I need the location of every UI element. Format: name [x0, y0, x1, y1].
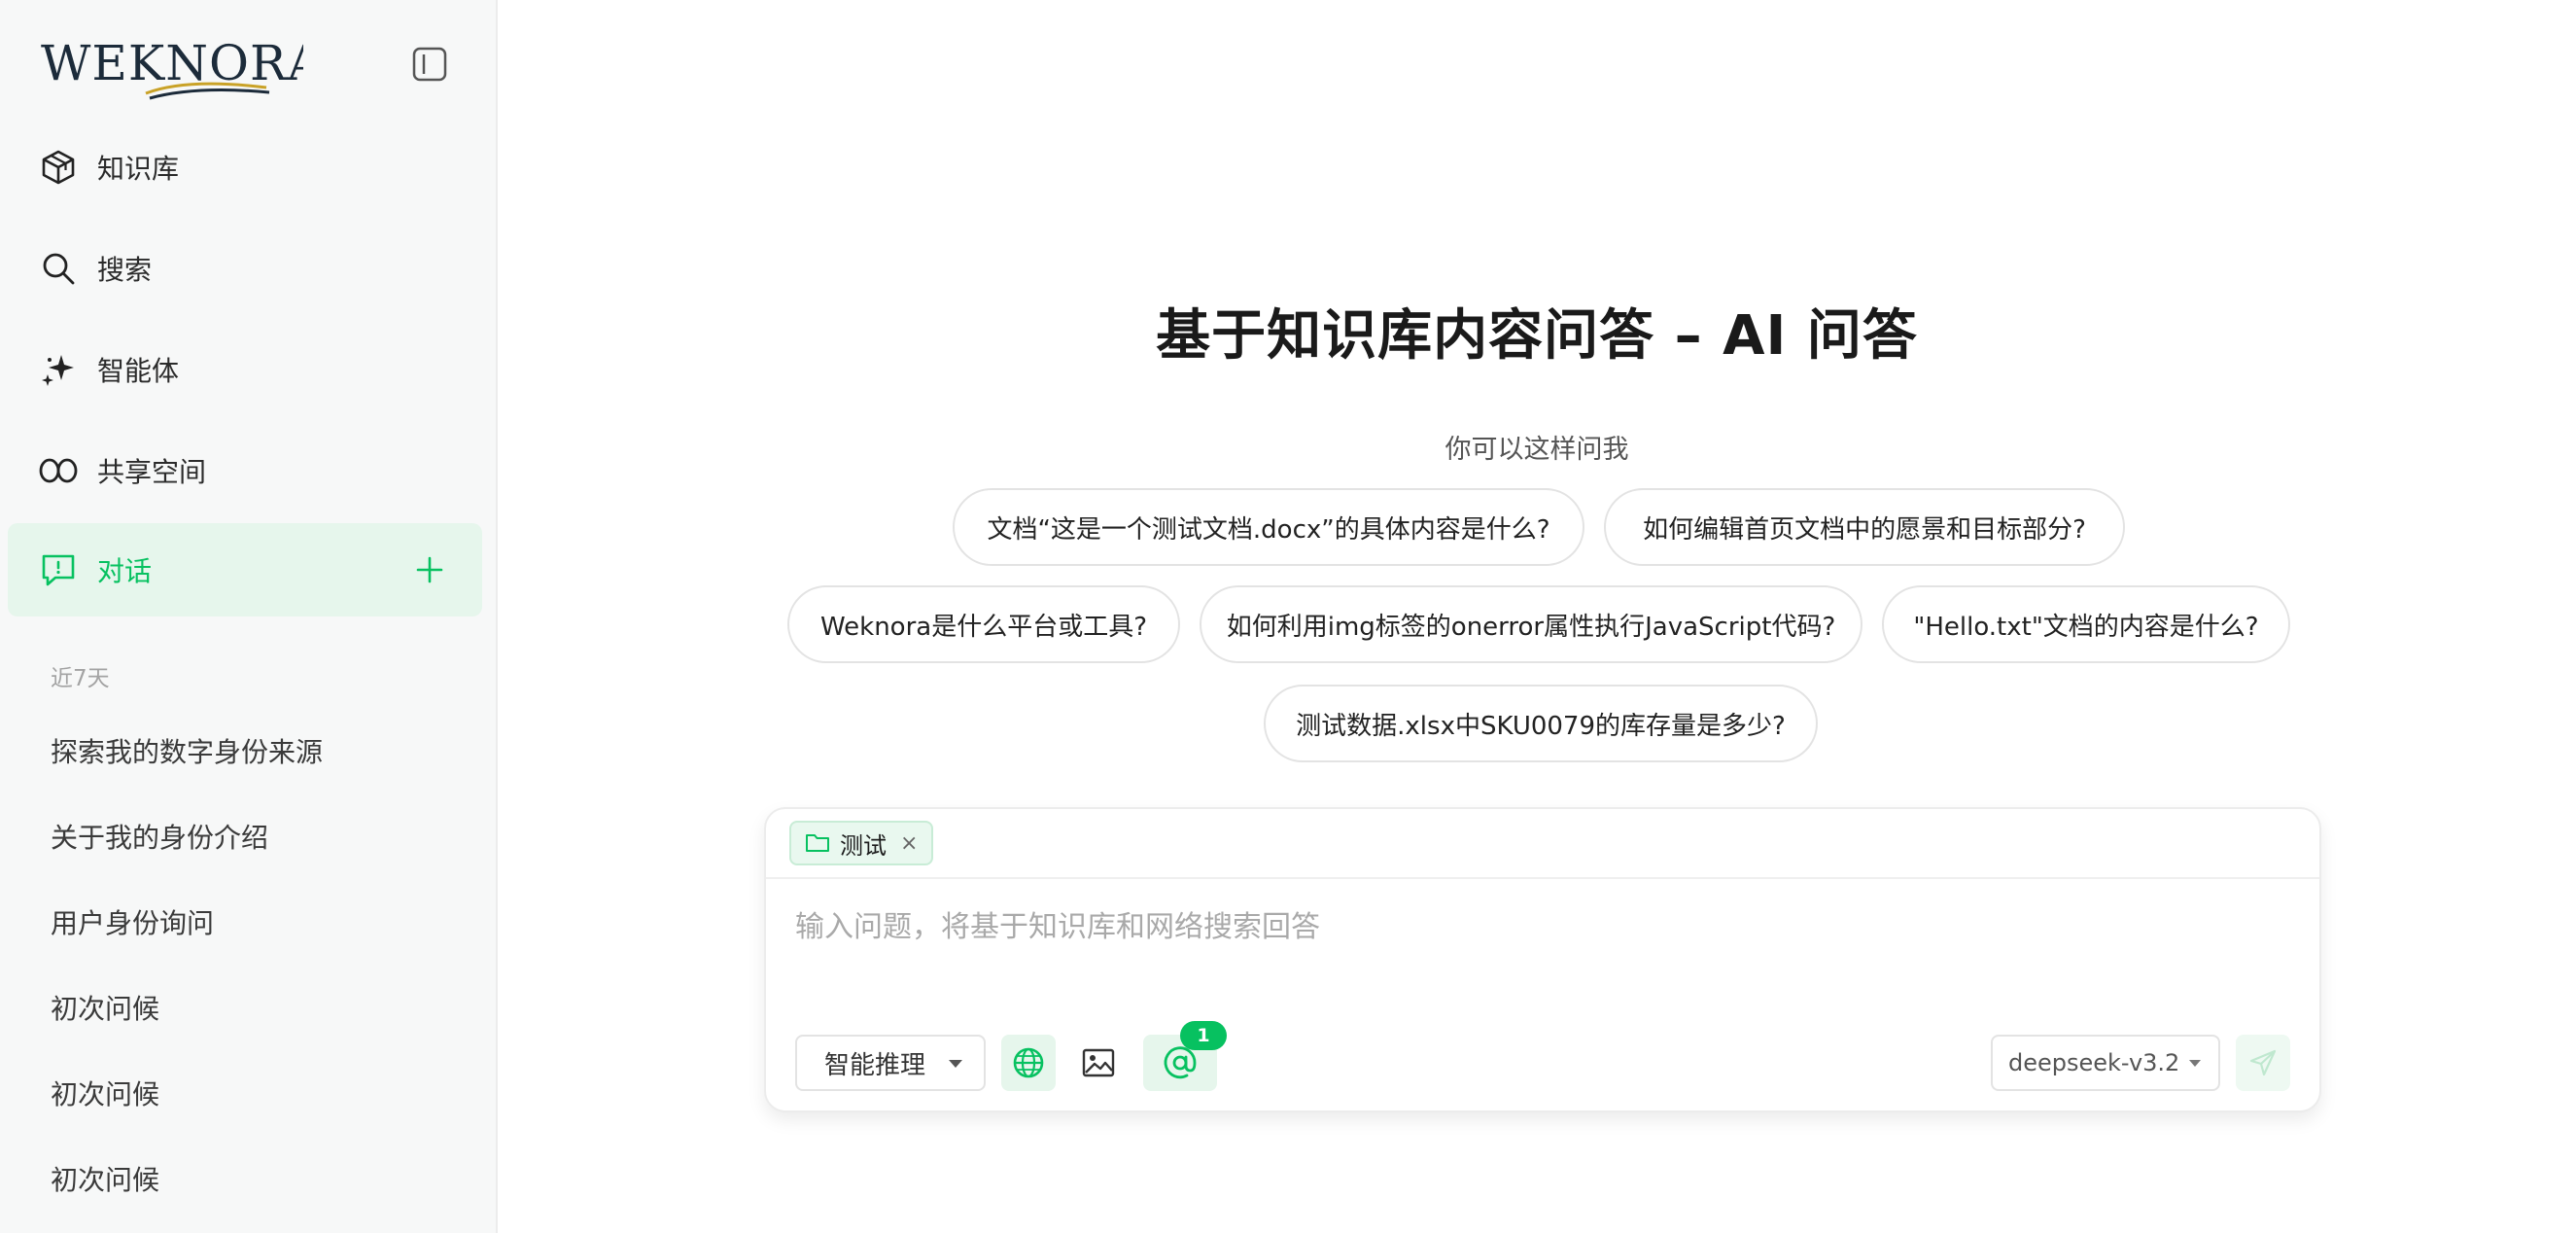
sidebar-item-knowledge-base[interactable]: 知识库 [8, 121, 482, 214]
sidebar-item-label: 搜索 [97, 254, 153, 286]
page-title: 基于知识库内容问答 – AI 问答 [1156, 304, 1918, 368]
reasoning-mode-value: 智能推理 [824, 1050, 926, 1080]
suggestion-chip[interactable]: 如何利用img标签的onerror属性执行JavaScript代码? [1200, 585, 1862, 663]
image-upload-button[interactable] [1071, 1035, 1126, 1091]
history-item[interactable]: 初次问候 [51, 1074, 159, 1112]
cube-icon [39, 148, 78, 187]
at-sign-icon [1164, 1046, 1197, 1079]
suggestion-chip[interactable]: 如何编辑首页文档中的愿景和目标部分? [1604, 488, 2125, 566]
chat-input-card: 测试 × 智能推理 [764, 807, 2321, 1112]
panel-left-icon [412, 47, 447, 82]
sidebar-item-label: 对话 [97, 555, 153, 587]
chevron-down-icon [949, 1060, 962, 1068]
reasoning-mode-select[interactable]: 智能推理 [795, 1035, 986, 1091]
sidebar-item-label: 知识库 [97, 153, 180, 185]
send-icon [2249, 1049, 2277, 1076]
image-icon [1082, 1048, 1115, 1077]
mention-button[interactable]: 1 [1143, 1021, 1227, 1091]
model-select[interactable]: deepseek-v3.2 [1991, 1035, 2220, 1091]
history-item[interactable]: 初次问候 [51, 988, 159, 1027]
history-item[interactable]: 初次问候 [51, 1159, 159, 1198]
suggestion-chip[interactable]: Weknora是什么平台或工具? [787, 585, 1180, 663]
sidebar-item-shared-space[interactable]: 共享空间 [8, 424, 482, 517]
folder-icon [805, 830, 830, 856]
history-item[interactable]: 用户身份询问 [51, 902, 214, 941]
suggestion-chip[interactable]: 测试数据.xlsx中SKU0079的库存量是多少? [1264, 685, 1818, 762]
close-icon[interactable]: × [900, 831, 918, 856]
history-item[interactable]: 关于我的身份介绍 [51, 817, 268, 856]
sparkle-icon [39, 350, 78, 389]
sidebar-collapse-button[interactable] [408, 43, 451, 86]
history-item[interactable]: 探索我的数字身份来源 [51, 731, 323, 770]
logo-graphic: WEKNORA [41, 35, 323, 100]
question-input[interactable] [795, 902, 2253, 951]
knowledge-base-tag-row: 测试 × [766, 809, 2319, 879]
suggestion-chip[interactable]: 文档“这是一个测试文档.docx”的具体内容是什么? [953, 488, 1584, 566]
chevron-down-icon [2189, 1060, 2201, 1067]
sidebar-item-search[interactable]: 搜索 [8, 222, 482, 315]
weknora-logo[interactable]: WEKNORA [41, 29, 323, 107]
suggestions-subtitle: 你可以这样问我 [1445, 435, 1629, 465]
logo-text: WEKNORA [41, 35, 303, 91]
sidebar-item-label: 共享空间 [97, 456, 207, 488]
sidebar-item-agents[interactable]: 智能体 [8, 323, 482, 416]
sidebar-item-label: 智能体 [97, 355, 180, 387]
web-search-toggle[interactable] [1001, 1035, 1056, 1091]
chat-icon [39, 550, 78, 589]
suggestion-chip[interactable]: "Hello.txt"文档的内容是什么? [1882, 585, 2290, 663]
new-chat-plus-icon[interactable] [412, 552, 447, 587]
search-icon [39, 249, 78, 288]
knowledge-base-tag[interactable]: 测试 × [789, 821, 934, 865]
sidebar: WEKNORA 知识库 搜索 智能体 共享空间 对话 近7天 探索我的数字身份来… [0, 0, 498, 1233]
sidebar-item-chat[interactable]: 对话 [8, 523, 482, 616]
globe-icon [1013, 1047, 1044, 1078]
model-select-value: deepseek-v3.2 [2008, 1049, 2180, 1076]
main-content: 基于知识库内容问答 – AI 问答 你可以这样问我 文档“这是一个测试文档.do… [498, 0, 2576, 1233]
send-button[interactable] [2236, 1035, 2290, 1091]
infinity-icon [39, 451, 78, 490]
knowledge-base-tag-label: 测试 [840, 831, 887, 860]
history-section-label: 近7天 [51, 666, 110, 691]
mention-count-badge: 1 [1180, 1021, 1227, 1050]
